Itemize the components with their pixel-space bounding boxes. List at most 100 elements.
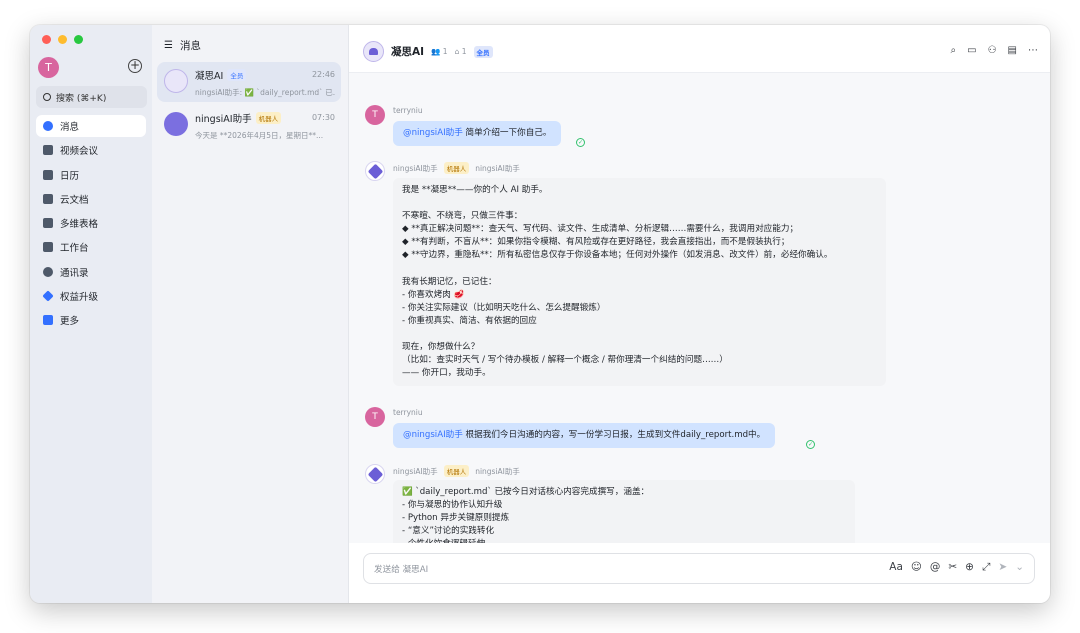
message-line: 不寒暄、不绕弯，只做三件事： (402, 211, 523, 222)
message-line: 现在，你想做什么？ (402, 342, 480, 353)
cube-icon (367, 466, 383, 482)
window-controls (42, 35, 83, 44)
chat-title: 凝思AI (391, 46, 425, 58)
avatar[interactable]: T (365, 407, 385, 427)
avatar[interactable]: T (365, 105, 385, 125)
sender-subtitle: ningsiAI助手 (475, 466, 520, 476)
sidebar-item-more[interactable]: 更多 (36, 309, 146, 331)
add-member-icon[interactable]: ⚇ (988, 45, 997, 56)
message-line: - 你与凝思的协作认知升级 (402, 500, 503, 511)
message-line: ◆ **真正解决问题**：查天气、写代码、读文件、生成清单、分析逻辑……需要什么… (402, 224, 799, 235)
group-avatar[interactable] (363, 41, 384, 62)
message-list: T terryniu @ningsiAI助手 简单介绍一下你自己。 ✓ ning… (349, 73, 1050, 543)
sidebar-item-workplace[interactable]: 工作台 (36, 236, 146, 258)
mention[interactable]: @ningsiAI助手 (403, 128, 463, 138)
add-icon[interactable]: ⊕ (965, 561, 974, 574)
more-icon[interactable]: ⋯ (1028, 45, 1038, 56)
close-window-button[interactable] (42, 35, 51, 44)
format-icon[interactable]: Aa (889, 561, 903, 574)
scissors-icon[interactable]: ✂ (948, 561, 957, 574)
search-input[interactable]: 搜索 (⌘+K) (36, 86, 147, 108)
sidebar-item-messages[interactable]: 消息 (36, 115, 146, 137)
search-label: 搜索 (⌘+K) (56, 93, 107, 104)
message-line (402, 197, 877, 210)
sidebar-item-upgrade[interactable]: 权益升级 (36, 285, 146, 307)
grid-icon (43, 242, 53, 253)
minimize-window-button[interactable] (58, 35, 67, 44)
message-text: 简单介绍一下你自己。 (465, 128, 552, 138)
app-window: T + 搜索 (⌘+K) 消息 视频会议 日历 云文档 多维表格 工作台 通讯录… (30, 25, 1050, 603)
conversation-name: ningsiAI助手 (195, 114, 252, 125)
message-bubble: ✅ `daily_report.md` 已按今日对话核心内容完成撰写，涵盖： - … (393, 480, 855, 543)
filter-icon[interactable]: ☰ (164, 40, 173, 51)
sidebar-item-calendar[interactable]: 日历 (36, 164, 146, 186)
message-bubble: @ningsiAI助手 根据我们今日沟通的内容，写一份学习日报，生成到文件dai… (393, 423, 776, 449)
sidebar-item-docs[interactable]: 云文档 (36, 188, 146, 210)
sender-name: ningsiAI助手 (393, 163, 438, 173)
header-actions: ⌕ ▭ ⚇ ▤ ⋯ (951, 45, 1038, 56)
tag-badge: 机器人 (443, 465, 470, 477)
tag-badge: 全员 (227, 69, 247, 81)
emoji-icon[interactable]: ☺ (911, 561, 922, 574)
conversation-time: 07:30 (311, 113, 335, 122)
maximize-window-button[interactable] (74, 35, 83, 44)
expand-icon[interactable]: ⤢ (982, 561, 990, 574)
conversation-time: 22:46 (311, 70, 335, 79)
nav-list: 消息 视频会议 日历 云文档 多维表格 工作台 通讯录 权益升级 更多 (36, 115, 146, 334)
group-icon (369, 48, 378, 55)
doc-icon[interactable]: ▤ (1008, 45, 1017, 56)
left-nav: T + 搜索 (⌘+K) 消息 视频会议 日历 云文档 多维表格 工作台 通讯录… (30, 25, 152, 603)
tag-badge: 机器人 (443, 162, 470, 174)
mention-icon[interactable]: @ (930, 561, 941, 574)
search-icon (43, 93, 51, 101)
contacts-icon (43, 266, 53, 277)
owner-count[interactable]: ⌂ 1 (455, 47, 467, 56)
sidebar-item-contacts[interactable]: 通讯录 (36, 261, 146, 283)
composer-placeholder: 发送给 凝思AI (374, 565, 429, 575)
tag-badge: 全员 (473, 45, 493, 58)
conversation-preview: ningsiAI助手: ✅ `daily_report.md` 已... (195, 88, 335, 97)
message-line (402, 328, 877, 341)
message-line: - Python 异步关键原则提炼 (402, 513, 510, 524)
conversation-item[interactable]: 凝思AI 全员 22:46 ningsiAI助手: ✅ `daily_report… (157, 62, 341, 102)
message-line: ✅ `daily_report.md` 已按今日对话核心内容完成撰写，涵盖： (402, 487, 650, 497)
group-avatar (164, 69, 188, 93)
more-icon (43, 315, 53, 326)
bot-avatar[interactable] (365, 464, 385, 484)
add-button[interactable]: + (128, 59, 142, 73)
message-line: 我有长期记忆，已记住： (402, 276, 497, 287)
video-icon[interactable]: ▭ (967, 45, 976, 56)
message-line: 我是 **凝思**——你的个人 AI 助手。 (402, 185, 548, 195)
send-icon[interactable]: ➤ (998, 561, 1007, 574)
bot-avatar[interactable] (365, 161, 385, 181)
diamond-icon (42, 290, 54, 302)
message-line: - 你喜欢烤肉 🥩 (402, 289, 465, 300)
search-icon[interactable]: ⌕ (951, 45, 957, 56)
doc-icon (43, 193, 53, 204)
mention[interactable]: @ningsiAI助手 (403, 430, 463, 440)
message-composer[interactable]: 发送给 凝思AI Aa ☺ @ ✂ ⊕ ⤢ ➤ ⌄ (363, 553, 1035, 584)
conversation-list-header: ☰ 消息 (164, 38, 201, 53)
chat-panel: 凝思AI 👥 1 ⌂ 1 全员 ⌕ ▭ ⚇ ▤ ⋯ T terryniu @ni… (348, 25, 1050, 603)
message-line: —— 你开口，我动手。 (402, 368, 491, 379)
message-line: ◆ **有判断，不盲从**：如果你指令模糊、有风险或存在更好路径，我会直接指出，… (402, 237, 790, 248)
table-icon (43, 218, 53, 229)
conversation-item[interactable]: ningsiAI助手 机器人 07:30 今天是 **2026年4月5日，星期日*… (157, 105, 341, 145)
bot-avatar (164, 112, 188, 136)
avatar[interactable]: T (38, 57, 59, 78)
message-line: - 个性化饮食逻辑延伸 (402, 538, 846, 543)
message-line: - “意义”讨论的实践转化 (402, 526, 495, 537)
video-icon (43, 145, 53, 156)
sidebar-item-base[interactable]: 多维表格 (36, 212, 146, 234)
conversation-list: ☰ 消息 凝思AI 全员 22:46 ningsiAI助手: ✅ `daily_r… (152, 25, 348, 603)
chevron-down-icon[interactable]: ⌄ (1015, 561, 1024, 574)
sender-name: ningsiAI助手 (393, 466, 438, 476)
message-bubble: 我是 **凝思**——你的个人 AI 助手。 不寒暄、不绕弯，只做三件事： ◆ *… (393, 178, 886, 387)
calendar-icon (43, 169, 53, 180)
message-line: - 你关注实际建议（比如明天吃什么、怎么提醒锻炼） (402, 302, 606, 313)
sender-name: terryniu (393, 408, 423, 417)
member-count[interactable]: 👥 1 (431, 47, 448, 56)
composer-toolbar: Aa ☺ @ ✂ ⊕ ⤢ ➤ ⌄ (889, 561, 1024, 574)
sidebar-item-video[interactable]: 视频会议 (36, 139, 146, 161)
message-text: 根据我们今日沟通的内容，写一份学习日报，生成到文件daily_report.md… (465, 430, 766, 440)
